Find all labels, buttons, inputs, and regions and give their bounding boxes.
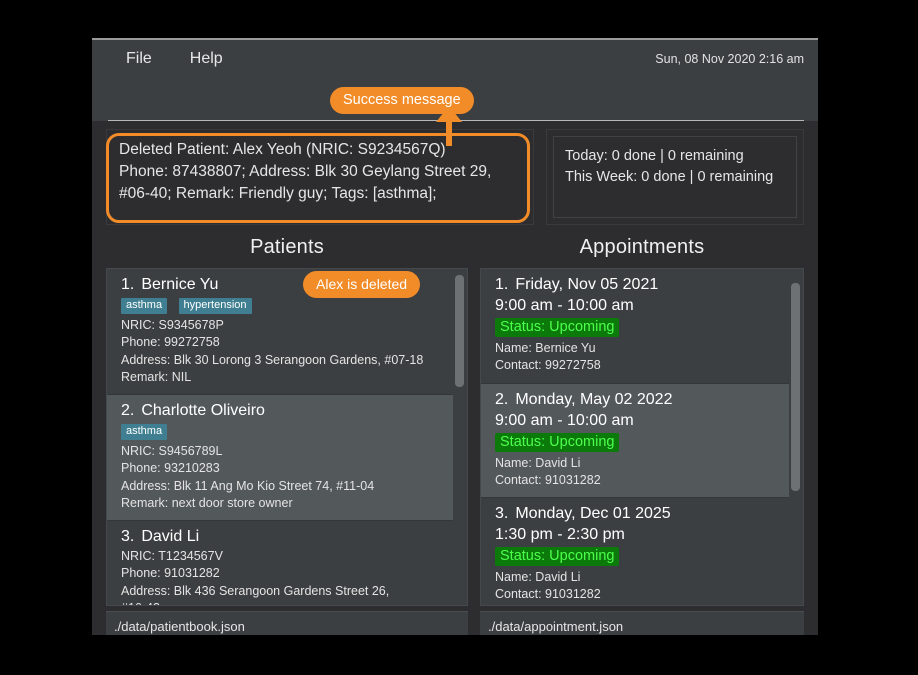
annotation-success-message: Success message xyxy=(330,87,474,114)
patient-remark: #16-43 xyxy=(121,600,441,605)
appointment-patient-name: Name: David Li xyxy=(495,570,581,584)
appointment-card-head: 2. Monday, May 02 2022 xyxy=(495,391,777,409)
appointment-index: 1. xyxy=(495,276,509,293)
appointment-contact: Contact: 91031282 xyxy=(495,472,601,487)
result-line-3: #06-40; Remark: Friendly guy; Tags: [ast… xyxy=(119,185,437,202)
stats-today: Today: 0 done | 0 remaining xyxy=(565,148,744,164)
appointment-time: 9:00 am - 10:00 am xyxy=(495,411,634,429)
appointment-time: 9:00 am - 10:00 am xyxy=(495,297,634,314)
appointment-card[interactable]: 1. Friday, Nov 05 2021 9:00 am - 10:00 am… xyxy=(481,269,789,384)
patient-nric: NRIC: S9456789L xyxy=(121,444,223,458)
patients-scrollbar[interactable] xyxy=(454,271,465,603)
menu-item-file[interactable]: File xyxy=(116,48,162,70)
clock-label: Sun, 08 Nov 2020 2:16 am xyxy=(655,52,804,66)
patient-index: 1. xyxy=(121,276,135,293)
appointments-list[interactable]: 1. Friday, Nov 05 2021 9:00 am - 10:00 am… xyxy=(480,268,804,606)
appointment-status-badge: Status: Upcoming xyxy=(495,432,620,452)
appointment-card[interactable]: 3. Monday, Dec 01 2025 1:30 pm - 2:30 pm … xyxy=(481,498,789,605)
patients-list[interactable]: 1. Bernice Yu asthma hypertension NRIC: S… xyxy=(106,268,468,606)
patient-card[interactable]: 3. David Li NRIC: T1234567V Phone: 910312… xyxy=(107,521,453,605)
patient-nric: NRIC: S9345678P xyxy=(121,318,224,332)
patient-nric: NRIC: T1234567V xyxy=(121,549,223,563)
patient-name: David Li xyxy=(141,528,200,545)
appointment-contact: Contact: 91031282 xyxy=(495,587,601,602)
appointment-card-head: 3. Monday, Dec 01 2025 xyxy=(495,505,777,523)
patients-file-path: ./data/patientbook.json xyxy=(106,611,468,635)
patient-tag: asthma xyxy=(121,424,168,440)
patient-tag: hypertension xyxy=(178,298,252,314)
appointment-index: 2. xyxy=(495,390,509,408)
appointments-scrollbar[interactable] xyxy=(790,271,801,603)
appointment-contact: Contact: 99272758 xyxy=(495,358,601,373)
appointment-card[interactable]: 2. Monday, May 02 2022 9:00 am - 10:00 am… xyxy=(481,383,789,498)
appointment-date: Friday, Nov 05 2021 xyxy=(515,276,659,293)
appointment-status-badge: Status: Upcoming xyxy=(495,318,620,337)
patient-name: Charlotte Oliveiro xyxy=(141,402,265,419)
result-display: Deleted Patient: Alex Yeoh (NRIC: S92345… xyxy=(106,129,534,225)
appointment-patient-name: Name: David Li xyxy=(495,455,581,470)
menu-item-help[interactable]: Help xyxy=(180,48,233,70)
menu-bar: File Help Sun, 08 Nov 2020 2:16 am xyxy=(92,38,818,78)
patient-tags: asthma xyxy=(121,422,441,440)
panels-row: Patients 1. Bernice Yu asthma hypertensio… xyxy=(92,231,818,611)
patient-phone: Phone: 91031282 xyxy=(121,566,220,581)
patient-card-head: 2. Charlotte Oliveiro xyxy=(121,402,441,420)
patient-address: Address: Blk 30 Lorong 3 Serangoon Garde… xyxy=(121,352,424,367)
patient-remark: Remark: NIL xyxy=(121,369,192,384)
patient-card[interactable]: 2. Charlotte Oliveiro asthma NRIC: S94567… xyxy=(107,395,453,521)
patient-remark: Remark: next door store owner xyxy=(121,495,293,510)
patient-name: Bernice Yu xyxy=(141,276,219,293)
patients-panel-title: Patients xyxy=(250,236,324,258)
appointment-date: Monday, May 02 2022 xyxy=(515,390,673,408)
stats-panel: Today: 0 done | 0 remaining This Week: 0… xyxy=(546,129,804,225)
patient-index: 2. xyxy=(121,402,135,419)
status-bar: ./data/patientbook.json ./data/appointme… xyxy=(92,611,818,635)
stats-this-week: This Week: 0 done | 0 remaining xyxy=(565,169,774,186)
annotation-alex-is-deleted: Alex is deleted xyxy=(303,271,421,298)
patient-card-head: 3. David Li xyxy=(121,528,441,546)
appointments-scrollbar-thumb[interactable] xyxy=(791,283,800,491)
appointment-patient-name: Name: Bernice Yu xyxy=(495,341,596,355)
patient-phone: Phone: 93210283 xyxy=(121,461,220,476)
appointments-panel-title: Appointments xyxy=(579,236,705,258)
appointments-panel: Appointments 1. Friday, Nov 05 2021 9:00 … xyxy=(480,231,804,611)
patient-address: Address: Blk 11 Ang Mo Kio Street 74, #1… xyxy=(121,478,375,493)
patient-tags: asthma hypertension xyxy=(121,296,441,314)
appointment-status-badge: Status: Upcoming xyxy=(495,547,620,566)
patient-index: 3. xyxy=(121,528,135,545)
patient-phone: Phone: 99272758 xyxy=(121,335,220,350)
patient-tag: asthma xyxy=(121,298,168,314)
patients-scrollbar-thumb[interactable] xyxy=(455,275,464,387)
appointment-date: Monday, Dec 01 2025 xyxy=(515,505,671,522)
patient-address: Address: Blk 436 Serangoon Gardens Stree… xyxy=(121,583,390,598)
appointment-time: 1:30 pm - 2:30 pm xyxy=(495,526,625,543)
appointment-index: 3. xyxy=(495,505,509,522)
appointments-file-path: ./data/appointment.json xyxy=(480,611,804,635)
appointment-card-head: 1. Friday, Nov 05 2021 xyxy=(495,276,777,294)
stats-box: Today: 0 done | 0 remaining This Week: 0… xyxy=(553,136,797,218)
result-line-2: Phone: 87438807; Address: Blk 30 Geylang… xyxy=(119,163,492,180)
